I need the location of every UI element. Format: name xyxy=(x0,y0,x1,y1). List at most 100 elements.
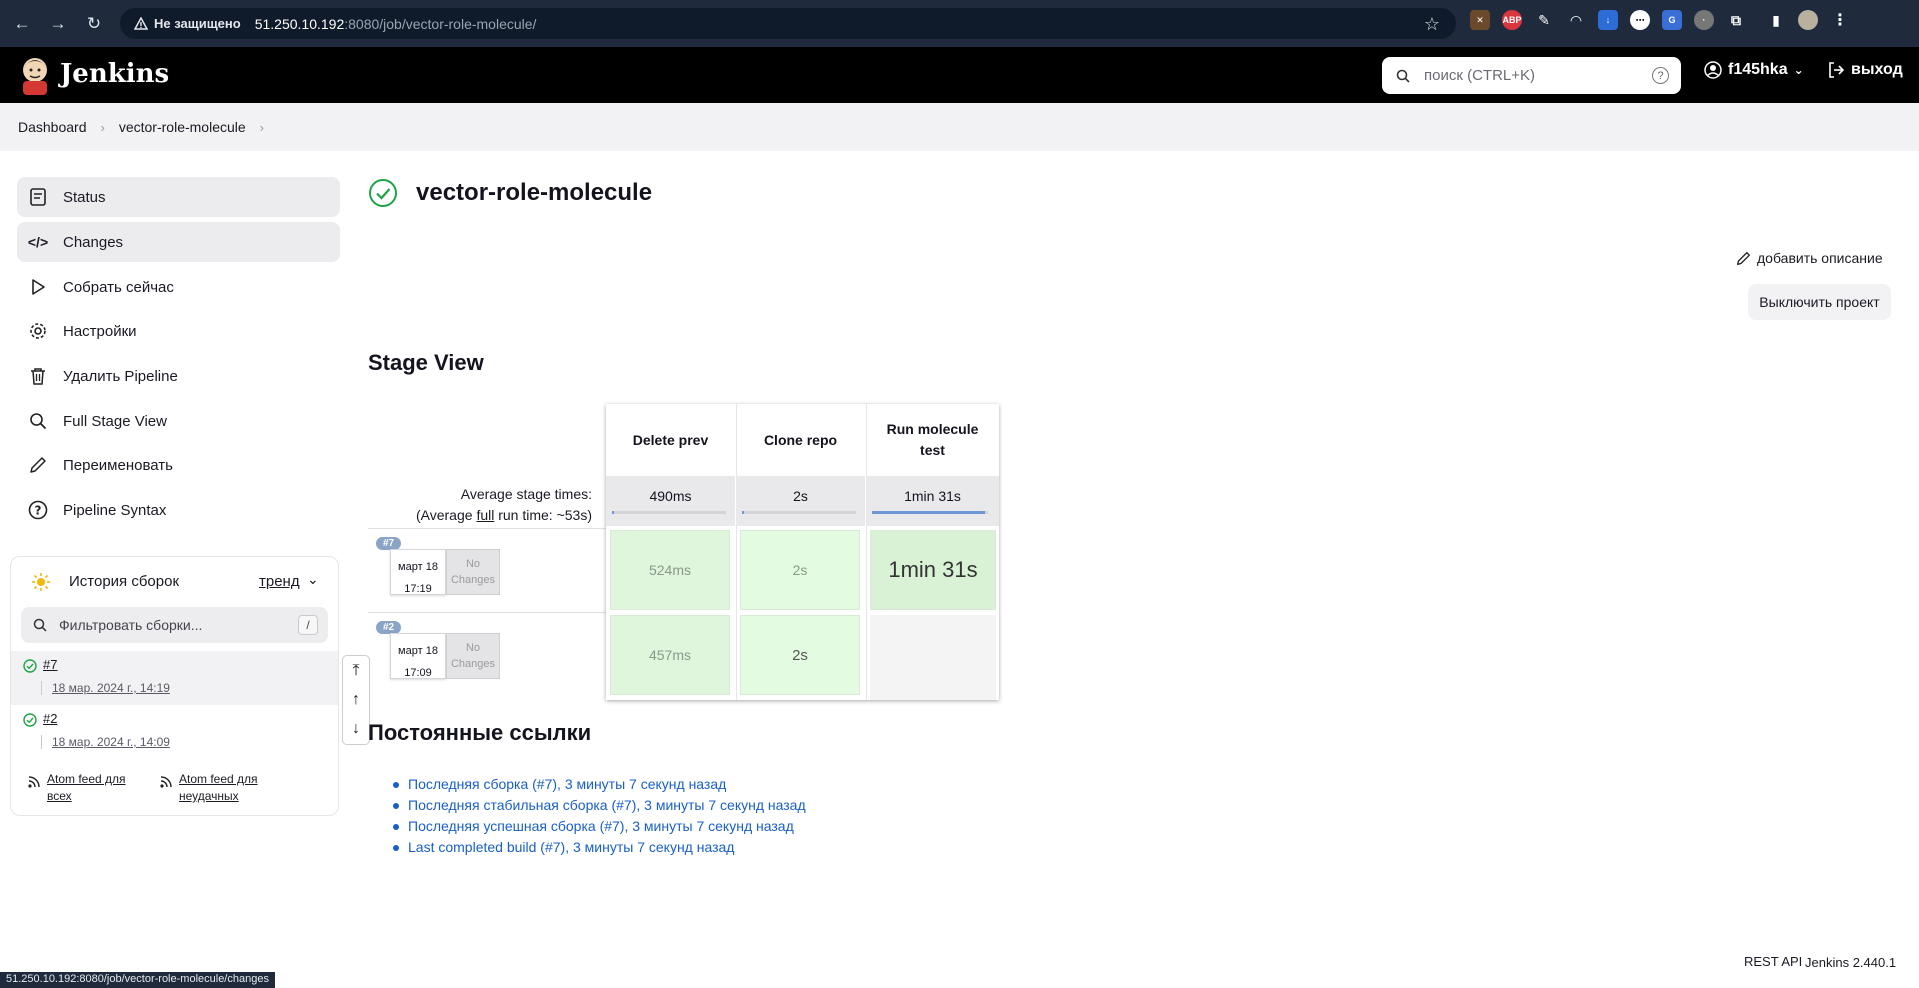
rest-api-link[interactable]: REST API xyxy=(1744,954,1802,969)
reload-icon[interactable]: ↻ xyxy=(80,10,108,38)
sidebar-item-changes[interactable]: </> Changes xyxy=(17,222,340,262)
user-icon xyxy=(1704,61,1722,79)
disable-project-button[interactable]: Выключить проект xyxy=(1748,284,1891,320)
success-icon xyxy=(369,179,397,207)
build-number[interactable]: #7 xyxy=(43,657,57,672)
sidebar-item-label: Full Stage View xyxy=(63,412,167,430)
puzzle-icon[interactable]: ⧉ xyxy=(1726,10,1746,30)
breadcrumb-job[interactable]: vector-role-molecule xyxy=(119,119,246,135)
avg-full-link[interactable]: full xyxy=(476,507,494,523)
build-number[interactable]: #2 xyxy=(43,711,57,726)
stage-cell[interactable]: 457ms xyxy=(610,615,730,695)
forward-icon[interactable]: → xyxy=(44,10,72,38)
url-host: 51.250.10.192 xyxy=(254,15,345,32)
search-input[interactable] xyxy=(1424,67,1644,84)
adblock-icon[interactable]: ABP xyxy=(1502,10,1522,30)
build-date[interactable]: 18 мар. 2024 г., 14:09 xyxy=(41,735,170,749)
breadcrumb-dashboard[interactable]: Dashboard xyxy=(18,119,87,135)
brand-name[interactable]: Jenkins xyxy=(60,59,169,89)
atom-feed-all[interactable]: Atom feed для всех xyxy=(27,771,137,805)
permalink-last-stable[interactable]: Последняя стабильная сборка (#7), 3 мину… xyxy=(393,795,806,816)
scroll-top-icon[interactable]: ⤒ xyxy=(352,662,359,680)
avg-full-prefix: (Average xyxy=(415,507,477,523)
run-date: март 18 17:09 xyxy=(390,633,446,679)
chevron-down-icon[interactable]: ⌄ xyxy=(307,571,319,588)
insecure-indicator[interactable]: Не защищено xyxy=(134,16,241,31)
permalinks-list: Последняя сборка (#7), 3 минуты 7 секунд… xyxy=(393,774,806,858)
stage-average-value: 2s xyxy=(793,488,808,504)
extension-icon[interactable]: ⋯ xyxy=(1630,10,1650,30)
url-path: :8080/job/vector-role-molecule/ xyxy=(344,15,537,32)
permalink-last-completed[interactable]: Last completed build (#7), 3 минуты 7 се… xyxy=(393,837,806,858)
sidebar-item-delete[interactable]: Удалить Pipeline xyxy=(17,356,340,396)
headphones-icon[interactable]: ◠ xyxy=(1566,10,1586,30)
sun-icon xyxy=(32,573,50,591)
permalink-last-build[interactable]: Последняя сборка (#7), 3 минуты 7 секунд… xyxy=(393,774,806,795)
bookmark-star-icon[interactable]: ☆ xyxy=(1424,14,1440,35)
search-icon xyxy=(1396,69,1410,83)
atom-feed-failed[interactable]: Atom feed для неудачных xyxy=(159,771,275,805)
scroll-down-icon[interactable]: ↓ xyxy=(352,720,360,738)
run-date-day: март 18 xyxy=(398,645,438,657)
build-filter-input[interactable] xyxy=(59,617,279,633)
sidebar-item-pipeline-syntax[interactable]: ? Pipeline Syntax xyxy=(17,490,340,530)
sidebar-item-full-stage-view[interactable]: Full Stage View xyxy=(17,401,340,441)
build-date[interactable]: 18 мар. 2024 г., 14:19 xyxy=(41,681,170,695)
address-bar[interactable]: Не защищено 51.250.10.192:8080/job/vecto… xyxy=(120,8,1456,39)
sidebar-item-settings[interactable]: Настройки xyxy=(17,311,340,351)
menu-dots-icon[interactable]: ⋮ xyxy=(1830,10,1850,30)
status-bar-url: 51.250.10.192:8080/job/vector-role-molec… xyxy=(0,972,275,988)
build-row[interactable]: #2 18 мар. 2024 г., 14:09 xyxy=(11,705,338,759)
warning-icon xyxy=(134,16,148,30)
download-ext-icon[interactable]: ↓ xyxy=(1598,10,1618,30)
sidebar-item-status[interactable]: Status xyxy=(17,177,340,217)
extension-icon[interactable]: ✕ xyxy=(1470,10,1490,30)
play-icon xyxy=(27,276,49,298)
jenkins-version-link[interactable]: Jenkins 2.440.1 xyxy=(1805,955,1896,970)
profile-avatar[interactable] xyxy=(1798,10,1818,30)
search-box[interactable]: ? xyxy=(1382,57,1681,94)
rss-icon xyxy=(160,776,172,788)
stage-cell[interactable]: 1min 31s xyxy=(870,530,996,610)
stage-average: 1min 31s xyxy=(866,476,999,526)
user-menu[interactable]: f145hka ⌄ xyxy=(1704,61,1804,79)
stage-run-row[interactable]: #7 март 18 17:19 No Changes xyxy=(368,528,606,612)
add-description-link[interactable]: добавить описание xyxy=(1736,250,1883,266)
stage-cell[interactable]: 2s xyxy=(740,615,860,695)
extension-icon[interactable]: · xyxy=(1694,10,1714,30)
pencil-icon xyxy=(27,454,49,476)
chevron-right-icon[interactable]: › xyxy=(260,120,264,135)
stage-run-row[interactable]: #2 март 18 17:09 No Changes xyxy=(368,612,606,696)
sidebar-item-build-now[interactable]: Собрать сейчас xyxy=(17,267,340,307)
stage-cell[interactable]: 2s xyxy=(740,530,860,610)
stage-header: Run molecule test xyxy=(886,421,979,458)
stage-average-fill xyxy=(742,511,744,514)
sidepanel-icon[interactable]: ▮ xyxy=(1766,10,1786,30)
build-filter[interactable]: / xyxy=(21,607,328,643)
back-icon[interactable]: ← xyxy=(8,10,36,38)
logout-button[interactable]: выход xyxy=(1827,61,1903,79)
stage-average-bar xyxy=(612,511,726,514)
stage-average-fill xyxy=(612,511,614,514)
translate-icon[interactable]: G xyxy=(1662,10,1682,30)
jenkins-logo-icon[interactable] xyxy=(18,55,52,95)
sidebar-item-label: Status xyxy=(63,188,106,206)
add-description-label: добавить описание xyxy=(1757,250,1883,266)
stage-cell[interactable]: 524ms xyxy=(610,530,730,610)
pen-icon[interactable]: ✎ xyxy=(1534,10,1554,30)
sidebar-item-rename[interactable]: Переименовать xyxy=(17,445,340,485)
pencil-icon xyxy=(1737,251,1750,265)
sidebar-item-label: Удалить Pipeline xyxy=(63,367,178,385)
scroll-up-icon[interactable]: ↑ xyxy=(352,691,360,709)
avg-full-suffix: run time: ~53s) xyxy=(494,507,592,523)
build-row[interactable]: #7 18 мар. 2024 г., 14:19 xyxy=(11,651,338,705)
logout-label: выход xyxy=(1851,61,1903,78)
permalink-last-successful[interactable]: Последняя успешная сборка (#7), 3 минуты… xyxy=(393,816,806,837)
stage-header: Clone repo xyxy=(763,431,838,448)
magnifier-icon xyxy=(27,410,49,432)
stage-header: Delete prev xyxy=(632,431,709,448)
logout-icon xyxy=(1829,62,1845,78)
help-icon[interactable]: ? xyxy=(1652,67,1669,84)
no-changes-badge: No Changes xyxy=(446,633,500,679)
trend-link[interactable]: тренд xyxy=(259,573,300,590)
